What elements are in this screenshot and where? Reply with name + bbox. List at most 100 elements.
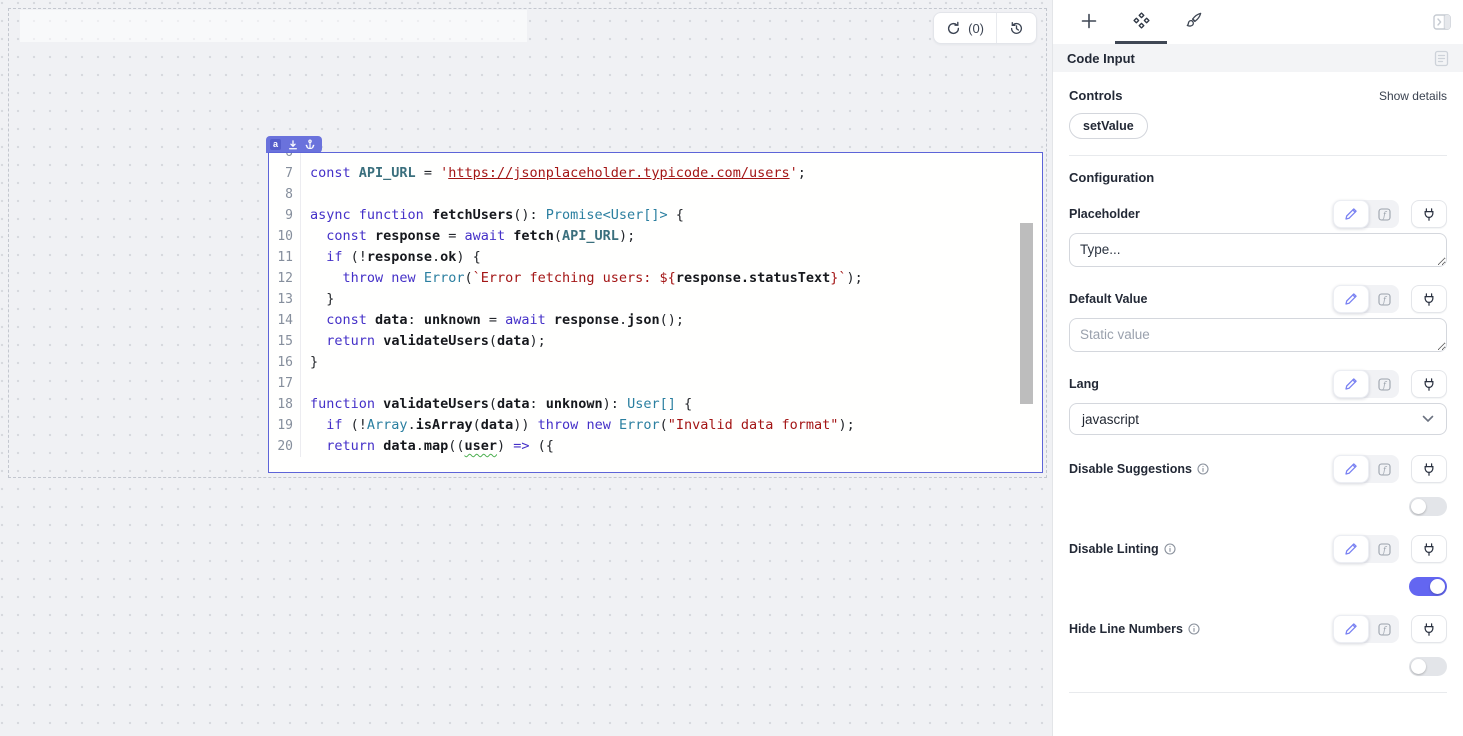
code-line[interactable]: 17 — [269, 373, 1042, 394]
expression-mode-button[interactable]: f — [1369, 535, 1399, 563]
code-line[interactable]: 16} — [269, 352, 1042, 373]
refresh-count: (0) — [968, 21, 984, 36]
field-label: Disable Suggestions — [1069, 462, 1192, 476]
info-icon[interactable] — [1188, 623, 1200, 635]
connect-button[interactable] — [1411, 615, 1447, 643]
refresh-button[interactable]: (0) — [934, 13, 996, 43]
plus-icon — [1080, 12, 1098, 30]
history-button[interactable] — [997, 13, 1036, 43]
code-line-content[interactable]: if (!Array.isArray(data)) throw new Erro… — [301, 415, 855, 436]
code-line[interactable]: 9async function fetchUsers(): Promise<Us… — [269, 205, 1042, 226]
field-placeholder: Placeholder f Type... — [1069, 199, 1447, 267]
code-line[interactable]: 7const API_URL = 'https://jsonplaceholde… — [269, 163, 1042, 184]
info-icon[interactable] — [1197, 463, 1209, 475]
connect-button[interactable] — [1411, 370, 1447, 398]
line-number: 16 — [269, 352, 301, 373]
code-line[interactable]: 10 const response = await fetch(API_URL)… — [269, 226, 1042, 247]
field-label: Placeholder — [1069, 207, 1140, 221]
static-mode-button[interactable] — [1333, 455, 1369, 483]
disable-linting-toggle[interactable] — [1409, 577, 1447, 596]
svg-text:f: f — [1382, 295, 1388, 304]
code-line-content[interactable]: } — [301, 289, 334, 310]
code-line[interactable]: 11 if (!response.ok) { — [269, 247, 1042, 268]
lang-select-value: javascript — [1082, 412, 1139, 427]
show-details-button[interactable]: Show details — [1379, 89, 1447, 103]
code-line-content[interactable] — [301, 184, 310, 205]
empty-top-widget[interactable] — [20, 10, 527, 42]
line-number: 13 — [269, 289, 301, 310]
static-mode-button[interactable] — [1333, 535, 1369, 563]
lang-select[interactable]: javascript — [1069, 403, 1447, 435]
code-line[interactable]: 12 throw new Error(`Error fetching users… — [269, 268, 1042, 289]
code-line-content[interactable]: const API_URL = 'https://jsonplaceholder… — [301, 163, 806, 184]
code-line[interactable]: 14 const data: unknown = await response.… — [269, 310, 1042, 331]
editor-scrollbar[interactable] — [1020, 223, 1033, 404]
field-disable-linting: Disable Linting f — [1069, 534, 1447, 596]
code-line-content[interactable]: async function fetchUsers(): Promise<Use… — [301, 205, 684, 226]
line-number: 12 — [269, 268, 301, 289]
component-header: Code Input — [1053, 44, 1463, 72]
tab-insert[interactable] — [1063, 0, 1115, 44]
code-line[interactable]: 15 return validateUsers(data); — [269, 331, 1042, 352]
expression-mode-button[interactable]: f — [1369, 455, 1399, 483]
field-lang: Lang f javascript — [1069, 369, 1447, 435]
code-line-content[interactable]: return validateUsers(data); — [301, 331, 546, 352]
connect-button[interactable] — [1411, 200, 1447, 228]
tab-style[interactable] — [1167, 0, 1219, 44]
input-mode-segment: f — [1333, 285, 1399, 313]
static-mode-button[interactable] — [1333, 285, 1369, 313]
anchor-icon[interactable] — [305, 139, 315, 150]
expression-mode-button[interactable]: f — [1369, 200, 1399, 228]
connect-button[interactable] — [1411, 455, 1447, 483]
default-value-input[interactable] — [1069, 318, 1447, 352]
code-line[interactable]: 13 } — [269, 289, 1042, 310]
code-line[interactable]: 19 if (!Array.isArray(data)) throw new E… — [269, 415, 1042, 436]
code-line[interactable]: 8 — [269, 184, 1042, 205]
code-line[interactable]: 18function validateUsers(data: unknown):… — [269, 394, 1042, 415]
tab-settings[interactable] — [1115, 0, 1167, 44]
code-line-content[interactable]: const data: unknown = await response.jso… — [301, 310, 684, 331]
code-line-content[interactable]: return data.map((user) => ({ — [301, 436, 554, 457]
svg-text:f: f — [1382, 465, 1388, 474]
component-title: Code Input — [1067, 51, 1135, 66]
code-line-content[interactable] — [301, 373, 310, 394]
code-line[interactable]: 6 — [269, 152, 1042, 163]
connect-button[interactable] — [1411, 535, 1447, 563]
code-input-widget[interactable]: 67const API_URL = 'https://jsonplacehold… — [268, 152, 1043, 473]
info-icon[interactable] — [1164, 543, 1176, 555]
setvalue-control-button[interactable]: setValue — [1069, 113, 1148, 139]
expression-mode-button[interactable]: f — [1369, 615, 1399, 643]
component-id-badge[interactable]: a — [270, 139, 281, 150]
input-mode-segment: f — [1333, 200, 1399, 228]
field-label: Lang — [1069, 377, 1099, 391]
app-canvas[interactable]: (0) a 67const API_URL = 'https://jsonpla… — [0, 0, 1052, 736]
line-number: 17 — [269, 373, 301, 394]
refresh-icon — [946, 21, 961, 36]
code-line-content[interactable] — [301, 152, 310, 163]
field-label: Disable Linting — [1069, 542, 1159, 556]
chevron-down-icon — [1422, 415, 1434, 423]
canvas-action-bar: (0) — [933, 12, 1037, 44]
static-mode-button[interactable] — [1333, 200, 1369, 228]
expression-mode-button[interactable]: f — [1369, 285, 1399, 313]
collapse-panel-icon[interactable] — [1431, 11, 1453, 33]
code-line-content[interactable]: function validateUsers(data: unknown): U… — [301, 394, 692, 415]
line-number: 15 — [269, 331, 301, 352]
code-line-content[interactable]: if (!response.ok) { — [301, 247, 481, 268]
docs-icon[interactable] — [1434, 50, 1449, 67]
code-line-content[interactable]: const response = await fetch(API_URL); — [301, 226, 635, 247]
static-mode-button[interactable] — [1333, 370, 1369, 398]
connect-button[interactable] — [1411, 285, 1447, 313]
code-line-content[interactable]: } — [301, 352, 318, 373]
code-line-content[interactable]: throw new Error(`Error fetching users: $… — [301, 268, 863, 289]
static-mode-button[interactable] — [1333, 615, 1369, 643]
placeholder-input[interactable]: Type... — [1069, 233, 1447, 267]
configuration-section-title: Configuration — [1069, 170, 1447, 185]
code-line[interactable]: 20 return data.map((user) => ({ — [269, 436, 1042, 457]
expand-down-icon[interactable] — [288, 140, 298, 150]
hide-line-numbers-toggle[interactable] — [1409, 657, 1447, 676]
expression-mode-button[interactable]: f — [1369, 370, 1399, 398]
svg-text:f: f — [1382, 380, 1388, 389]
disable-suggestions-toggle[interactable] — [1409, 497, 1447, 516]
code-lines[interactable]: 67const API_URL = 'https://jsonplacehold… — [269, 152, 1042, 457]
